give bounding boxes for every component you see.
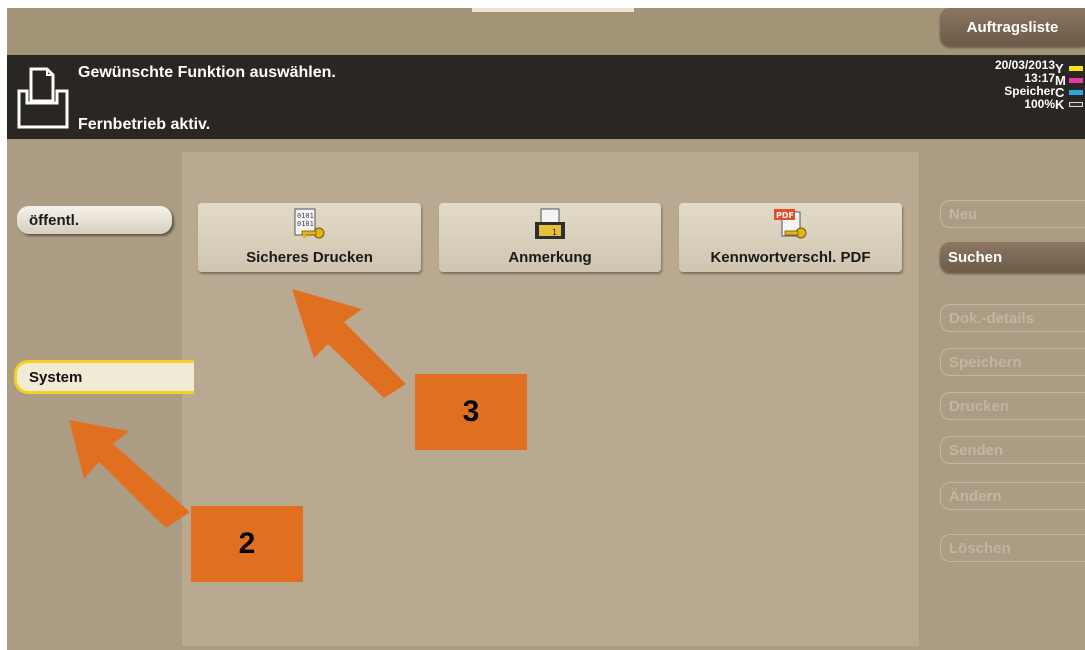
- annotation-arrows: [69, 289, 406, 528]
- callout-3: 3: [415, 374, 527, 450]
- callout-2: 2: [191, 506, 303, 582]
- arrow-to-system-tab: [69, 420, 190, 528]
- arrow-to-secure-print: [292, 289, 406, 398]
